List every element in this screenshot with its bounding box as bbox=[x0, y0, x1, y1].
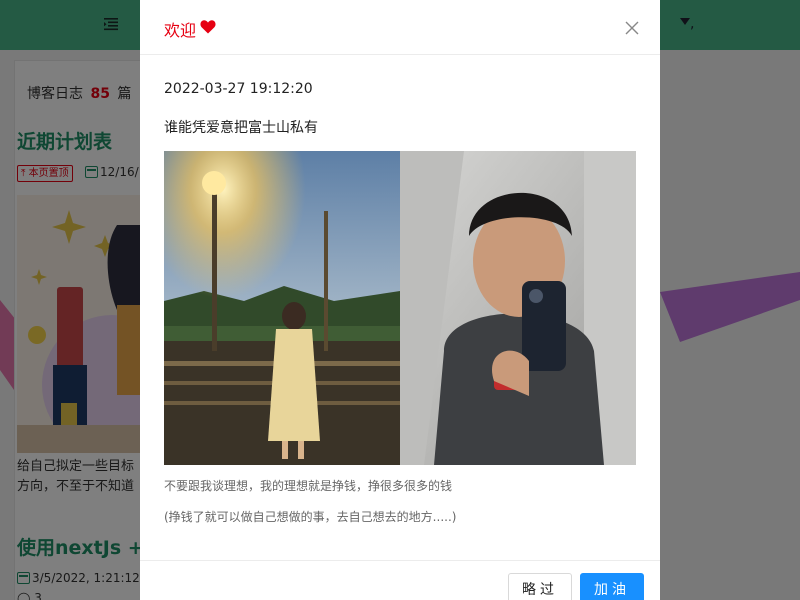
close-icon[interactable] bbox=[624, 20, 640, 36]
modal-title: 欢迎 bbox=[164, 21, 197, 40]
caption-text: (挣钱了就可以做自己想做的事，去自己想去的地方.....) bbox=[164, 510, 457, 524]
skip-button[interactable]: 略过 bbox=[508, 573, 572, 600]
heart-icon bbox=[200, 20, 216, 34]
caption-text: 不要跟我谈理想，我的理想就是挣钱，挣很多很多的钱 bbox=[164, 479, 453, 493]
modal-quote: 谁能凭爱意把富士山私有 bbox=[164, 120, 318, 136]
welcome-modal: 欢迎 2022-03-27 19:12:20 谁能凭爱意把富士山私有 不要跟我谈… bbox=[140, 0, 660, 600]
couple-photo bbox=[164, 151, 636, 465]
cheer-button[interactable]: 加油 bbox=[580, 573, 644, 600]
modal-header: 欢迎 bbox=[140, 0, 660, 55]
modal-footer: 略过 加油 bbox=[140, 560, 660, 600]
post-timestamp: 2022-03-27 19:12:20 bbox=[164, 81, 313, 97]
